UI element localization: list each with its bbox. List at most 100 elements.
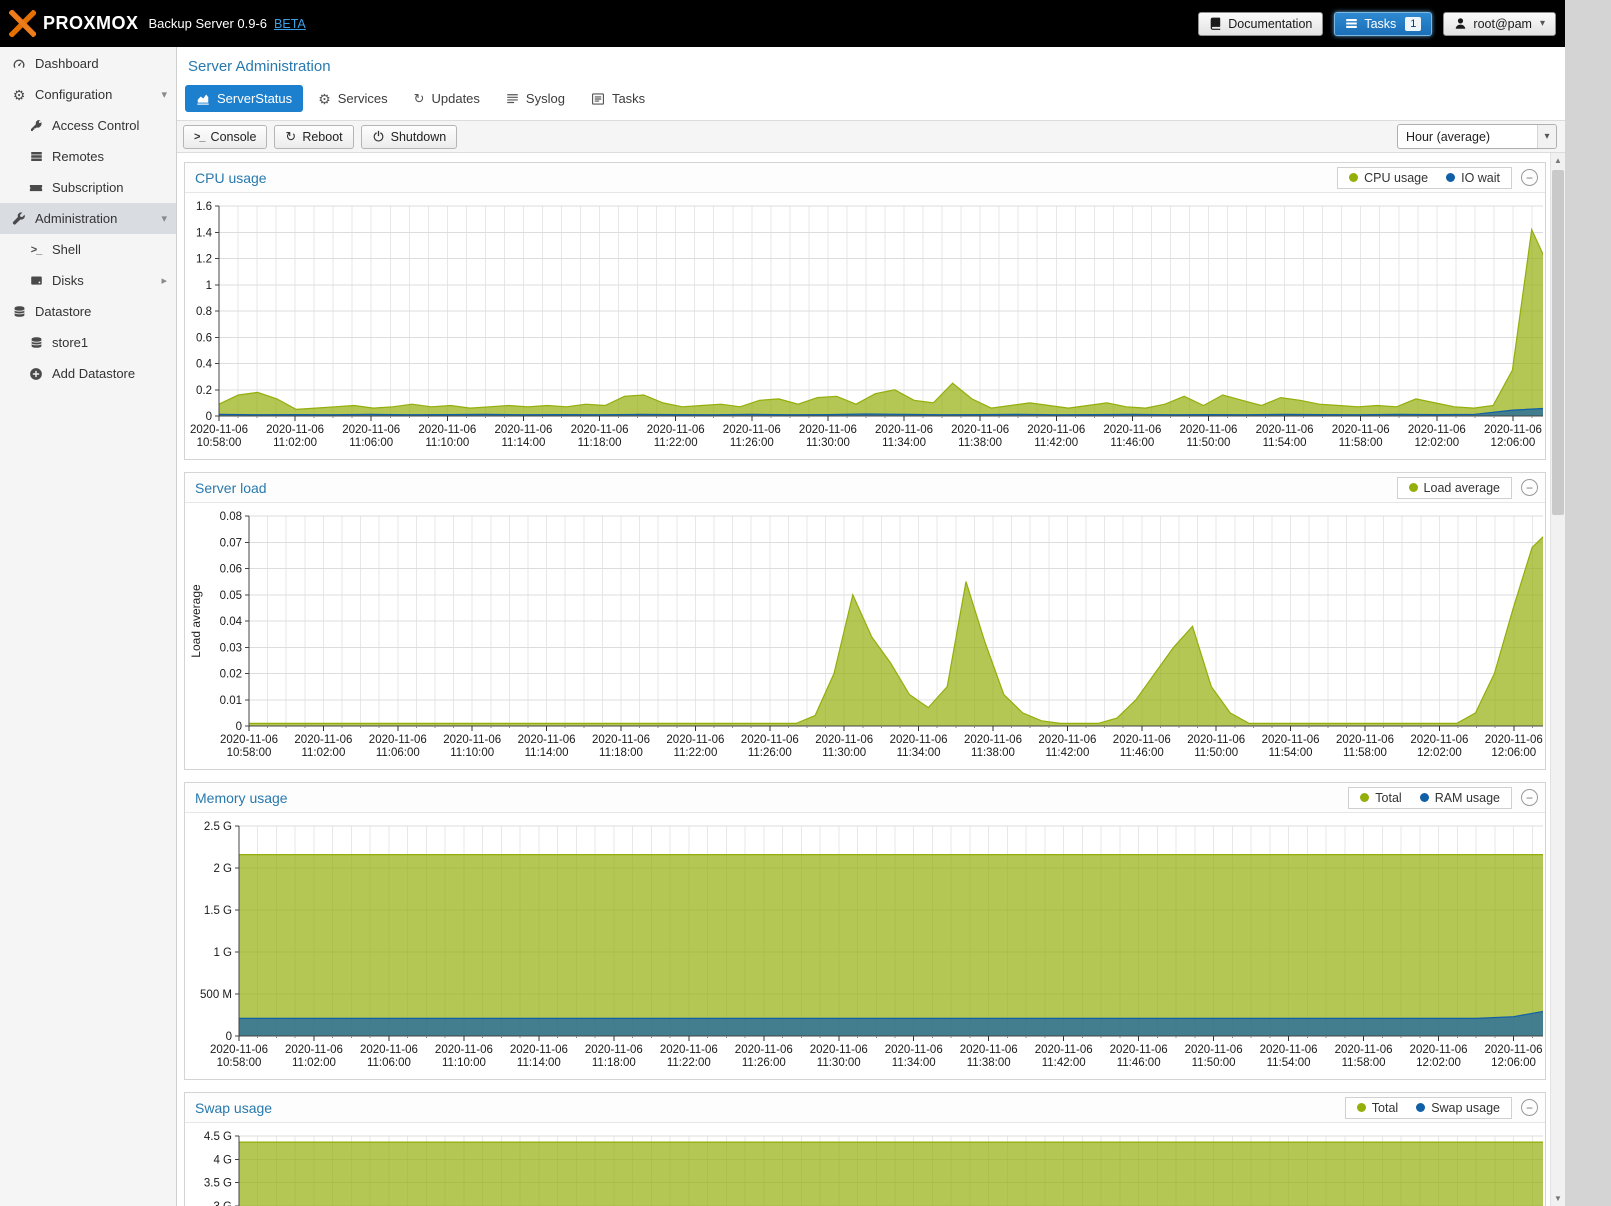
svg-text:11:18:00: 11:18:00: [592, 1057, 636, 1069]
svg-text:12:02:00: 12:02:00: [1414, 437, 1459, 449]
sidebar-item-store1[interactable]: store1: [0, 327, 176, 358]
scrollbar-thumb[interactable]: [1552, 170, 1564, 515]
svg-text:12:06:00: 12:06:00: [1491, 437, 1536, 449]
sidebar-item-administration[interactable]: Administration▾: [0, 203, 176, 234]
caret-down-icon: ▾: [161, 212, 167, 225]
app-window: PROXMOX Backup Server 0.9-6 BETA Documen…: [0, 0, 1565, 1206]
svg-text:2020-11-06: 2020-11-06: [1038, 734, 1096, 746]
svg-text:1.2: 1.2: [196, 254, 212, 266]
svg-text:2.5 G: 2.5 G: [204, 821, 232, 833]
svg-text:11:18:00: 11:18:00: [578, 437, 622, 449]
legend-item-load-average: Load average: [1409, 481, 1500, 495]
database-icon: [11, 305, 27, 318]
sidebar-item-disks[interactable]: Disks▸: [0, 265, 176, 296]
svg-text:11:26:00: 11:26:00: [730, 437, 774, 449]
tasks-button[interactable]: Tasks 1: [1334, 12, 1432, 36]
sidebar-item-remotes[interactable]: Remotes: [0, 141, 176, 172]
svg-text:500 M: 500 M: [200, 989, 232, 1001]
svg-text:11:22:00: 11:22:00: [673, 747, 717, 759]
console-button[interactable]: >_Console: [183, 125, 267, 149]
svg-text:11:42:00: 11:42:00: [1042, 1057, 1086, 1069]
vertical-scrollbar[interactable]: ▲ ▼: [1550, 153, 1565, 1206]
charts-wrap: CPU usage CPU usageIO wait − 00.20.40.60…: [177, 153, 1565, 1206]
tab-serverstatus[interactable]: ServerStatus: [185, 85, 303, 112]
power-icon: [372, 130, 385, 143]
svg-text:2020-11-06: 2020-11-06: [723, 424, 781, 436]
svg-text:0: 0: [206, 411, 212, 423]
plus-circle-icon: [28, 367, 44, 381]
user-menu-button[interactable]: root@pam ▾: [1443, 12, 1556, 36]
collapse-panel-button[interactable]: −: [1521, 1099, 1538, 1116]
legend-label: Swap usage: [1431, 1101, 1500, 1115]
timeframe-value: Hour (average): [1406, 130, 1490, 144]
svg-text:4.5 G: 4.5 G: [204, 1131, 232, 1143]
svg-text:1.4: 1.4: [196, 227, 213, 239]
shutdown-button[interactable]: Shutdown: [361, 125, 458, 149]
sidebar-item-subscription[interactable]: Subscription: [0, 172, 176, 203]
svg-text:2020-11-06: 2020-11-06: [266, 424, 324, 436]
svg-text:11:18:00: 11:18:00: [599, 747, 643, 759]
collapse-panel-button[interactable]: −: [1521, 169, 1538, 186]
svg-text:0.04: 0.04: [220, 616, 243, 628]
body-row: Dashboard⚙Configuration▾Access Control Re…: [0, 47, 1565, 1206]
scroll-up-arrow[interactable]: ▲: [1551, 153, 1565, 168]
memory-usage-legend: TotalRAM usage: [1348, 787, 1512, 809]
svg-text:2020-11-06: 2020-11-06: [210, 1044, 268, 1056]
tab-label: Tasks: [612, 91, 645, 106]
reboot-button[interactable]: ↻Reboot: [274, 125, 353, 149]
scroll-down-arrow[interactable]: ▼: [1551, 1191, 1565, 1206]
svg-text:11:42:00: 11:42:00: [1034, 437, 1078, 449]
svg-text:2020-11-06: 2020-11-06: [1260, 1044, 1318, 1056]
cpu-usage-panel-header: CPU usage CPU usageIO wait −: [185, 163, 1545, 193]
timeframe-select[interactable]: Hour (average) ▾: [1397, 124, 1557, 149]
svg-text:0.06: 0.06: [220, 564, 242, 576]
tab-updates[interactable]: ↻Updates: [403, 85, 491, 112]
tab-syslog[interactable]: Syslog: [495, 85, 576, 112]
svg-text:11:34:00: 11:34:00: [892, 1057, 936, 1069]
svg-text:0.2: 0.2: [196, 385, 212, 397]
svg-text:11:26:00: 11:26:00: [748, 747, 792, 759]
caret-right-icon: ▸: [161, 274, 167, 287]
collapse-panel-button[interactable]: −: [1521, 789, 1538, 806]
tab-tasks[interactable]: Tasks: [580, 85, 656, 112]
svg-text:1 G: 1 G: [213, 947, 232, 959]
svg-text:11:10:00: 11:10:00: [425, 437, 469, 449]
tab-services[interactable]: ⚙Services: [307, 85, 398, 112]
key-icon: [28, 119, 44, 132]
tab-label: Syslog: [526, 91, 565, 106]
svg-text:0: 0: [236, 721, 242, 733]
caret-down-icon: ▾: [161, 88, 167, 101]
collapse-panel-button[interactable]: −: [1521, 479, 1538, 496]
documentation-label: Documentation: [1228, 17, 1312, 31]
user-label: root@pam: [1473, 17, 1532, 31]
toolbar: >_Console ↻Reboot Shutdown Hour (average) …: [177, 120, 1565, 153]
documentation-button[interactable]: Documentation: [1198, 12, 1323, 36]
sidebar-item-label: Remotes: [52, 149, 104, 164]
svg-text:2020-11-06: 2020-11-06: [1185, 1044, 1243, 1056]
gauge-icon: [11, 57, 27, 71]
server-load-panel-header: Server load Load average −: [185, 473, 1545, 503]
svg-text:2020-11-06: 2020-11-06: [1103, 424, 1161, 436]
svg-text:10:58:00: 10:58:00: [227, 747, 272, 759]
svg-text:2020-11-06: 2020-11-06: [875, 424, 933, 436]
svg-text:2020-11-06: 2020-11-06: [592, 734, 650, 746]
sidebar-item-dashboard[interactable]: Dashboard: [0, 48, 176, 79]
sidebar-item-add-datastore[interactable]: Add Datastore: [0, 358, 176, 389]
disk-icon: [28, 274, 44, 287]
toolbar-buttons: >_Console ↻Reboot Shutdown: [183, 125, 457, 149]
swap-usage-svg: 0500 M1 G1.5 G2 G2.5 G3 G3.5 G4 G4.5 G20…: [185, 1126, 1543, 1206]
chevron-down-icon: ▾: [1540, 18, 1545, 29]
sidebar-item-datastore[interactable]: Datastore: [0, 296, 176, 327]
panel-title: Server load: [195, 480, 267, 496]
svg-text:11:10:00: 11:10:00: [442, 1057, 486, 1069]
svg-text:2020-11-06: 2020-11-06: [647, 424, 705, 436]
sidebar-item-access-control[interactable]: Access Control: [0, 110, 176, 141]
sidebar-item-configuration[interactable]: ⚙Configuration▾: [0, 79, 176, 110]
beta-link[interactable]: BETA: [274, 17, 306, 31]
svg-text:11:58:00: 11:58:00: [1339, 437, 1383, 449]
sidebar-item-shell[interactable]: >_Shell: [0, 234, 176, 265]
svg-text:0.6: 0.6: [196, 332, 212, 344]
svg-text:11:22:00: 11:22:00: [654, 437, 698, 449]
svg-text:11:46:00: 11:46:00: [1120, 747, 1164, 759]
svg-text:2020-11-06: 2020-11-06: [1485, 1044, 1543, 1056]
